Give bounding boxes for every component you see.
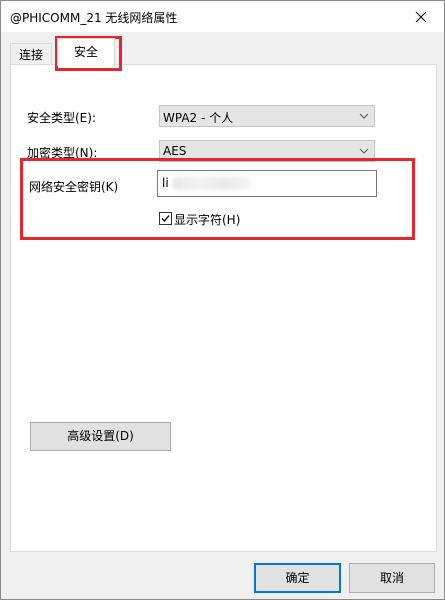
security-type-label: 安全类型(E): [27, 111, 96, 125]
chevron-down-icon [359, 113, 369, 119]
tab-connection[interactable]: 连接 [10, 43, 52, 66]
ok-button[interactable]: 确定 [254, 563, 341, 593]
security-tab-panel: 安全类型(E): WPA2 - 个人 加密类型(N): AES [10, 64, 437, 552]
close-button[interactable] [398, 1, 444, 32]
security-type-value: WPA2 - 个人 [163, 111, 234, 125]
window-title: @PHICOMM_21 无线网络属性 [10, 11, 178, 25]
title-bar[interactable]: @PHICOMM_21 无线网络属性 [1, 1, 444, 32]
network-key-label: 网络安全密钥(K) [29, 180, 119, 194]
network-key-input[interactable]: li [157, 170, 377, 197]
encryption-type-label: 加密类型(N): [27, 146, 98, 160]
show-characters-checkbox[interactable] [159, 212, 172, 225]
close-icon [415, 11, 427, 22]
chevron-down-icon [359, 148, 369, 154]
encryption-type-value: AES [163, 144, 187, 158]
tab-security[interactable]: 安全 [57, 38, 115, 66]
encryption-type-dropdown[interactable]: AES [159, 140, 375, 162]
cancel-button[interactable]: 取消 [349, 563, 435, 593]
network-key-value: li [162, 176, 169, 190]
redacted-blur [172, 177, 252, 190]
show-characters-label[interactable]: 显示字符(H) [174, 211, 240, 228]
advanced-settings-button[interactable]: 高级设置(D) [30, 422, 171, 451]
checkmark-icon [161, 215, 170, 222]
security-type-dropdown[interactable]: WPA2 - 个人 [159, 105, 375, 127]
wireless-properties-dialog: @PHICOMM_21 无线网络属性 连接 安全 安全类型(E): WPA2 -… [0, 0, 445, 600]
